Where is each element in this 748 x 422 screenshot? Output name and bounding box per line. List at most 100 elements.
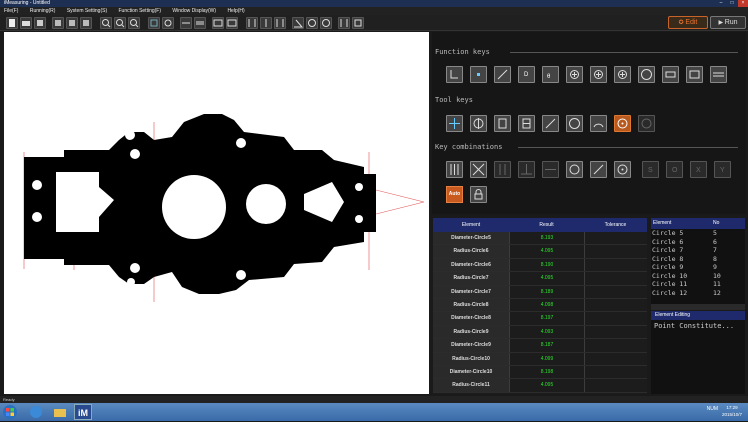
origin-key-icon[interactable]: O	[666, 161, 683, 178]
save-icon[interactable]	[34, 17, 46, 29]
circle-key-icon[interactable]	[566, 66, 583, 83]
distance-key-icon[interactable]: D	[518, 66, 535, 83]
table-row[interactable]: Diameter-Circle8 8.197	[433, 312, 647, 326]
line-key-icon[interactable]	[494, 66, 511, 83]
fit-view-icon[interactable]	[148, 17, 160, 29]
rectangle-key-icon[interactable]	[662, 66, 679, 83]
menu-file[interactable]: File(F)	[0, 7, 24, 15]
line-combo-key-icon[interactable]	[590, 161, 607, 178]
open-file-icon[interactable]	[20, 17, 32, 29]
layout-split-icon[interactable]	[194, 17, 206, 29]
folder-icon[interactable]	[52, 404, 68, 420]
list-item[interactable]: Circle 99	[651, 263, 745, 272]
start-icon[interactable]	[2, 404, 20, 420]
maximize-icon[interactable]: □	[727, 0, 737, 7]
x-axis-key-icon[interactable]: X	[690, 161, 707, 178]
edit-mode-button[interactable]: ✪ Edit	[668, 16, 708, 29]
list-item[interactable]: Circle 66	[651, 238, 745, 247]
menu-system-setting[interactable]: System Setting(S)	[63, 7, 113, 15]
slot-key-icon[interactable]	[686, 66, 703, 83]
zoom-out-icon[interactable]	[128, 17, 140, 29]
y-axis-key-icon[interactable]: Y	[714, 161, 731, 178]
settings-icon[interactable]	[162, 17, 174, 29]
run-mode-button[interactable]: ▶ Run	[710, 16, 746, 29]
arc-key-icon[interactable]	[614, 66, 631, 83]
circle-center-key-icon[interactable]	[590, 66, 607, 83]
table-row[interactable]: Radius-Circle9 4.093	[433, 325, 647, 340]
ring-key-icon[interactable]	[638, 66, 655, 83]
align-right-icon[interactable]	[274, 17, 286, 29]
contour-tool-key-icon[interactable]	[638, 115, 655, 132]
zoom-icon[interactable]	[100, 17, 112, 29]
import-icon[interactable]	[66, 17, 78, 29]
measurement-canvas[interactable]	[4, 32, 429, 394]
new-file-icon[interactable]	[6, 17, 18, 29]
dot-key-icon[interactable]	[470, 66, 487, 83]
table-row[interactable]: Diameter-Circle9 8.187	[433, 339, 647, 353]
align-center-icon[interactable]	[260, 17, 272, 29]
table-row[interactable]: Diameter-Circle6 8.190	[433, 258, 647, 273]
minimize-icon[interactable]: –	[716, 0, 726, 7]
table-row[interactable]: Radius-Circle10 4.099	[433, 352, 647, 366]
list-item[interactable]: Circle 12 12	[651, 289, 745, 298]
menu-function-setting[interactable]: Function Setting(F)	[115, 7, 168, 15]
multi-line-key-icon[interactable]	[446, 161, 463, 178]
circle-measure-icon[interactable]	[320, 17, 332, 29]
midline-key-icon[interactable]	[542, 161, 559, 178]
symmetry-s-key-icon[interactable]: S	[642, 161, 659, 178]
grid-icon[interactable]	[212, 17, 224, 29]
menu-help[interactable]: Help(H)	[223, 7, 250, 15]
clock[interactable]: 17:29 2015/10/7	[718, 404, 746, 418]
table-row[interactable]: Diameter-Circle10 8.198	[433, 365, 647, 380]
angle-key-icon[interactable]: θ	[542, 66, 559, 83]
function-keys-heading: Function keys	[435, 48, 490, 56]
circle-tool-icon[interactable]	[306, 17, 318, 29]
list-item[interactable]: Circle 10 10	[651, 272, 745, 281]
table-row[interactable]: Diameter-Circle7 8.189	[433, 285, 647, 299]
horizontal-scrollbar[interactable]	[651, 304, 745, 310]
arc-tool-key-icon[interactable]	[590, 115, 607, 132]
imeasuring-taskbar-icon[interactable]: iM	[74, 404, 92, 420]
circle-combo-key-icon[interactable]	[566, 161, 583, 178]
edge-tool-key-icon[interactable]	[518, 115, 535, 132]
perpendicular-key-icon[interactable]	[518, 161, 535, 178]
target-key-icon[interactable]	[470, 115, 487, 132]
table-row[interactable]: Diameter-Circle5 8.193	[433, 232, 647, 246]
table-icon[interactable]	[226, 17, 238, 29]
parallel-key-icon[interactable]	[494, 161, 511, 178]
point-key-icon[interactable]	[446, 66, 463, 83]
auto-circle-tool-key-icon[interactable]	[614, 115, 631, 132]
parallel-lines-key-icon[interactable]	[710, 66, 727, 83]
align-left-icon[interactable]	[246, 17, 258, 29]
line-tool-key-icon[interactable]	[542, 115, 559, 132]
report-icon[interactable]	[80, 17, 92, 29]
window-title: iMeasuring - Untitled	[4, 0, 50, 6]
layer-icon[interactable]	[352, 17, 364, 29]
export-icon[interactable]	[52, 17, 64, 29]
table-row[interactable]: Radius-Circle8 4.098	[433, 298, 647, 313]
table-row[interactable]: Radius-Circle11 4.095	[433, 379, 647, 393]
layout-horizontal-icon[interactable]	[180, 17, 192, 29]
table-row[interactable]: Radius-Circle7 4.095	[433, 272, 647, 286]
list-item[interactable]: Circle 55	[651, 229, 745, 238]
crosshair-key-icon[interactable]	[446, 115, 463, 132]
table-row[interactable]: Radius-Circle6 4.095	[433, 245, 647, 259]
angle-icon[interactable]	[292, 17, 304, 29]
auto-button[interactable]: Auto	[446, 186, 463, 203]
menu-window-display[interactable]: Window Display(W)	[168, 7, 222, 15]
browser-icon[interactable]	[28, 404, 44, 420]
element-editing-content[interactable]: Point Constitute...	[651, 320, 745, 332]
list-item[interactable]: Circle 11 11	[651, 280, 745, 289]
svg-text:Y: Y	[720, 167, 725, 174]
list-item[interactable]: Circle 77	[651, 246, 745, 255]
box-tool-key-icon[interactable]	[494, 115, 511, 132]
zoom-in-icon[interactable]	[114, 17, 126, 29]
distance-icon[interactable]	[338, 17, 350, 29]
list-item[interactable]: Circle 88	[651, 255, 745, 264]
point-combo-key-icon[interactable]	[614, 161, 631, 178]
circle-tool-key-icon[interactable]	[566, 115, 583, 132]
close-icon[interactable]: ×	[738, 0, 748, 7]
lock-key-icon[interactable]	[470, 186, 487, 203]
cross-lines-key-icon[interactable]	[470, 161, 487, 178]
menu-running[interactable]: Running(R)	[26, 7, 62, 15]
